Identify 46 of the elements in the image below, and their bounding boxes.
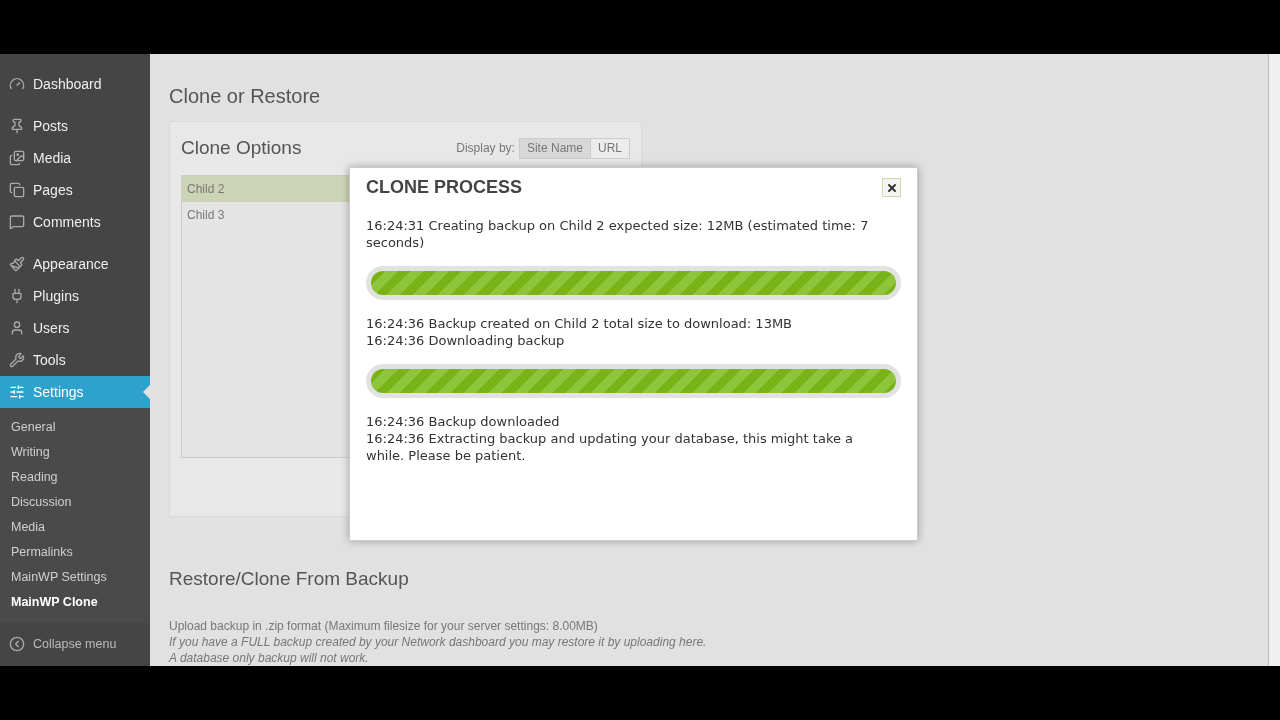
display-by-label: Display by: — [456, 140, 515, 158]
page-title: Clone or Restore — [169, 84, 322, 108]
close-button[interactable] — [882, 178, 901, 197]
log-line: 16:24:36 Backup created on Child 2 total size to download: 13MB — [366, 315, 794, 332]
submenu-item[interactable]: MainWP Settings — [0, 565, 150, 590]
log-line: 16:24:36 Downloading backup — [366, 332, 566, 349]
sidebar-item[interactable]: Media — [0, 142, 150, 174]
collapse-menu-button[interactable]: Collapse menu — [0, 635, 150, 654]
section-title: Restore/Clone From Backup — [169, 567, 410, 591]
pages-icon — [9, 182, 25, 198]
display-toggle[interactable]: Site Name — [519, 138, 590, 158]
wrench-icon — [9, 352, 25, 368]
submenu-item[interactable]: MainWP Clone — [0, 590, 150, 615]
paintbrush-icon — [9, 256, 25, 272]
sidebar-item[interactable]: Posts — [0, 110, 150, 142]
sidebar-item[interactable]: Comments — [0, 206, 150, 238]
submenu-item[interactable]: General — [0, 415, 150, 440]
log-line: 16:24:31 Creating backup on Child 2 expected size: 12MB (estimated time: 7 seconds) — [366, 217, 870, 251]
submenu-item[interactable]: Permalinks — [0, 540, 150, 565]
plug-icon — [9, 288, 25, 304]
hint-text: If you have a FULL backup created by your Network dashboard you may restore it by uploading here. — [169, 633, 708, 650]
sidebar-item[interactable]: Users — [0, 312, 150, 344]
user-icon — [9, 320, 25, 336]
submenu-item[interactable]: Media — [0, 515, 150, 540]
panel-title: Clone Options — [181, 136, 302, 160]
submenu-item[interactable]: Discussion — [0, 490, 150, 515]
sidebar-item[interactable]: Appearance — [0, 248, 150, 280]
log-line: 16:24:36 Extracting backup and updating your database, this might take a while. Please be patient. — [366, 430, 855, 464]
upload-note: Upload backup in .zip format (Maximum filesize for your server settings: 8.00MB) — [169, 617, 599, 634]
submenu-item[interactable]: Reading — [0, 465, 150, 490]
sidebar-item[interactable]: Tools — [0, 344, 150, 376]
speech-bubble-icon — [9, 214, 25, 230]
submenu-item[interactable]: Writing — [0, 440, 150, 465]
sidebar-item[interactable]: Plugins — [0, 280, 150, 312]
gauge-icon — [9, 76, 25, 92]
sliders-icon — [9, 384, 25, 400]
sidebar-item[interactable]: Pages — [0, 174, 150, 206]
close-icon — [885, 181, 898, 194]
collapse-icon — [9, 636, 25, 653]
pin-icon — [9, 118, 25, 134]
hint-text: A database only backup will not work. — [169, 649, 370, 666]
images-icon — [9, 150, 25, 166]
dialog-title: CLONE PROCESS — [366, 176, 523, 198]
display-toggle[interactable]: URL — [590, 138, 629, 158]
log-line: 16:24:36 Backup downloaded — [366, 413, 561, 430]
sidebar-item[interactable]: Dashboard — [0, 68, 150, 100]
